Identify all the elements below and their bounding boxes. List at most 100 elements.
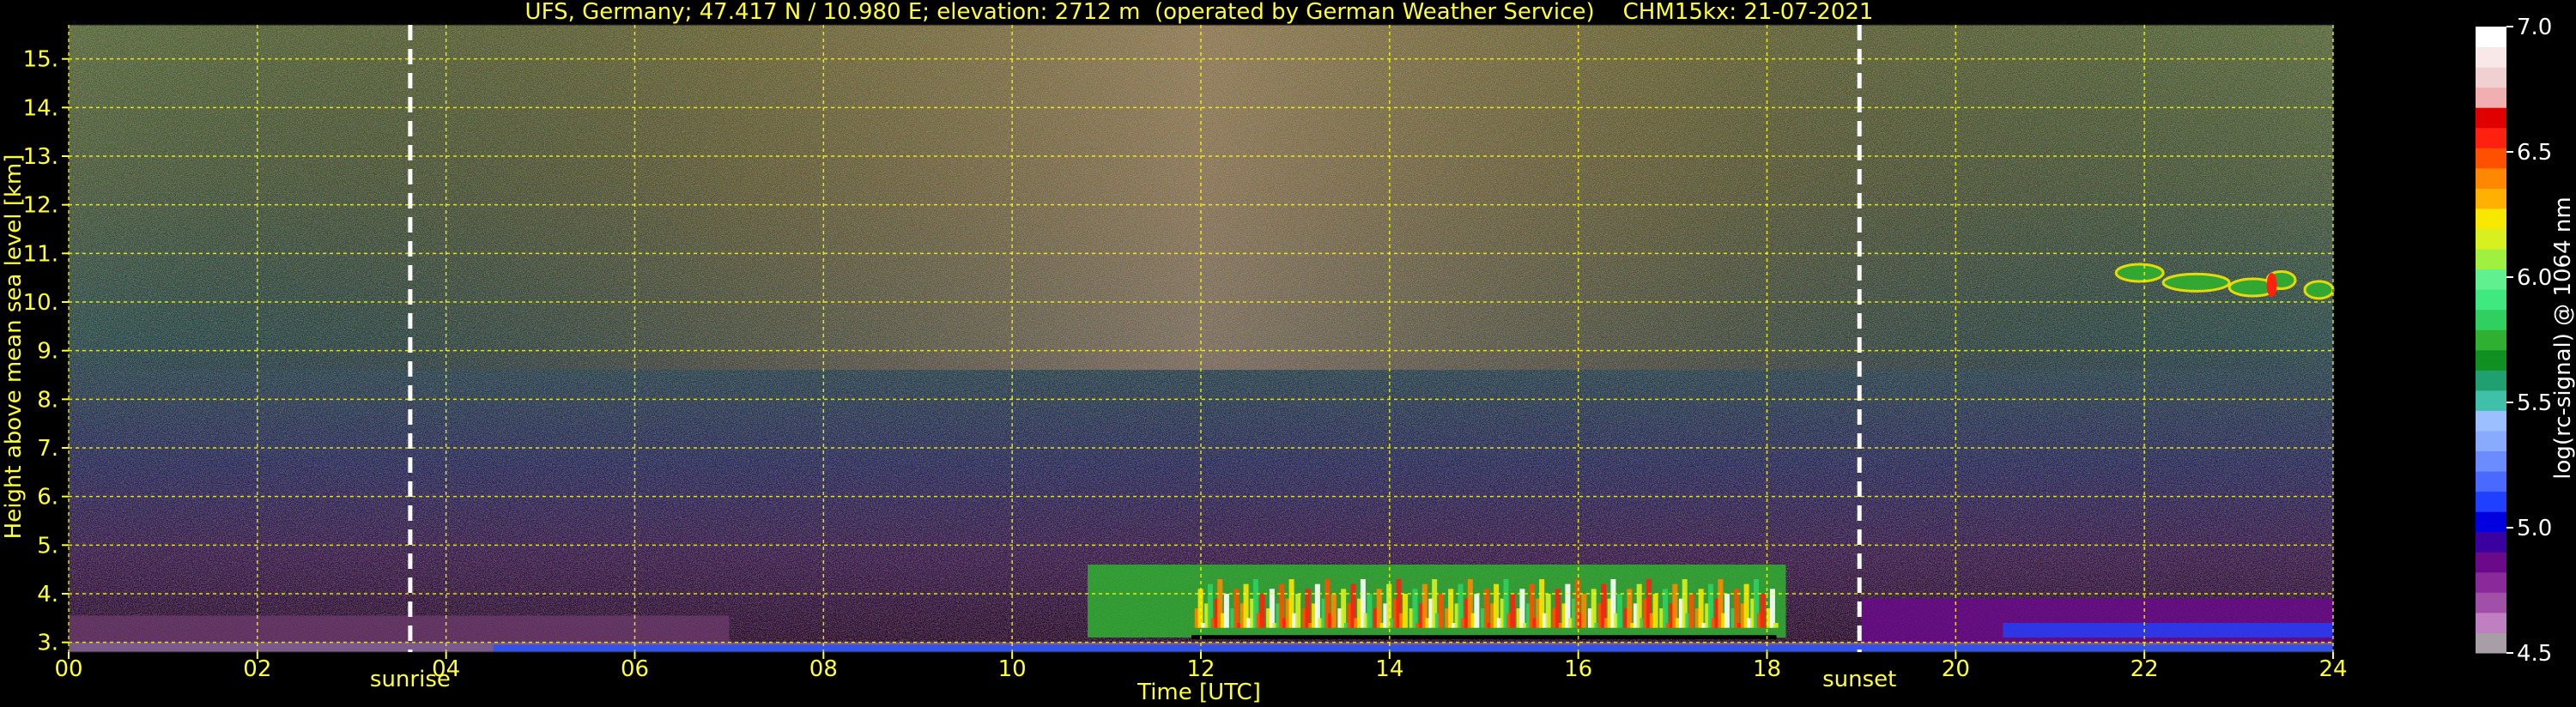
colorbar-tick-label: 6.5 <box>2517 140 2552 166</box>
colorbar-segment <box>2476 471 2506 492</box>
cirrus-cloud <box>2303 280 2335 300</box>
x-tick-label: 18 <box>1753 656 1781 682</box>
colorbar-segment <box>2476 67 2506 88</box>
x-tick-label: 20 <box>1942 656 1970 682</box>
cloud-column <box>1233 589 1240 628</box>
x-tick-label: 06 <box>621 656 649 682</box>
near-surface-signal <box>493 644 2333 652</box>
colorbar-segment <box>2476 107 2506 129</box>
cirrus-cloud <box>2161 272 2231 293</box>
y-axis: 3. 4. 5. 6. 7. 8. 9. 10. 11. 12. 13. 14. 15. <box>23 47 69 656</box>
colorbar-segment <box>2476 87 2506 108</box>
cloud-column <box>1483 589 1489 628</box>
cloud-column <box>1367 594 1373 628</box>
y-tick-label: 10. <box>23 290 58 316</box>
cloud-column <box>1724 594 1730 628</box>
cloud-column <box>1627 589 1633 628</box>
x-tick-label: 12 <box>1186 656 1215 682</box>
cloud-column <box>1510 594 1516 628</box>
x-tick-label: 22 <box>2131 656 2159 682</box>
cloud-column <box>1555 589 1561 628</box>
x-tick-label: 16 <box>1564 656 1592 682</box>
x-tick-label: 08 <box>809 656 838 682</box>
y-tick-label: 15. <box>23 47 58 73</box>
colorbar-segment <box>2476 46 2506 68</box>
colorbar-segment <box>2476 269 2506 290</box>
colorbar-segment <box>2476 430 2506 452</box>
colorbar-segment <box>2476 370 2506 391</box>
colorbar-segment <box>2476 289 2506 311</box>
colorbar-segment <box>2476 410 2506 432</box>
x-tick-label: 10 <box>998 656 1027 682</box>
colorbar-segment <box>2476 127 2506 148</box>
x-tick-label: 04 <box>432 656 460 682</box>
evening-aerosol-core <box>2003 623 2333 638</box>
cloud-column <box>1698 589 1704 628</box>
cloud-column <box>1438 594 1444 628</box>
cloud-column <box>1616 594 1622 628</box>
cloud-column <box>1376 589 1382 628</box>
colorbar: 4.5 5.0 5.5 6.0 6.5 7.0 <box>2476 15 2552 667</box>
ceilometer-chart: UFS, Germany; 47.417 N / 10.980 E; eleva… <box>1 0 2576 705</box>
chart-title: UFS, Germany; 47.417 N / 10.980 E; eleva… <box>525 0 1874 25</box>
colorbar-segment <box>2476 309 2506 330</box>
cloud-column <box>1412 589 1418 628</box>
cloud-column <box>1474 594 1480 628</box>
cloud-column <box>1662 589 1668 628</box>
colorbar-segment <box>2476 349 2506 371</box>
y-axis-label: Height above mean sea level [km] <box>1 154 27 540</box>
boundary-layer-night <box>69 615 730 643</box>
cloud-column <box>1330 594 1336 628</box>
y-tick-label: 11. <box>23 241 58 267</box>
cloud-column <box>1259 594 1265 628</box>
colorbar-tick-label: 4.5 <box>2517 641 2552 667</box>
cloud-column <box>1581 594 1587 628</box>
cloud-column <box>1773 623 1779 628</box>
colorbar-segment <box>2476 450 2506 472</box>
colorbar-segment <box>2476 167 2506 189</box>
cloud-column <box>1760 594 1766 628</box>
colorbar-segment <box>2476 491 2506 512</box>
colorbar-segment <box>2476 592 2506 613</box>
cirrus-cloud <box>2114 263 2165 283</box>
colorbar-segment <box>2476 208 2506 229</box>
colorbar-segment <box>2476 249 2506 270</box>
y-tick-label: 6. <box>37 485 58 511</box>
cloud-column <box>1591 589 1597 628</box>
cloud-base-line <box>1191 635 1777 640</box>
colorbar-segment <box>2476 390 2506 411</box>
cloud-column <box>1341 589 1347 628</box>
x-tick-label: 00 <box>54 656 82 682</box>
cloud-column <box>1269 589 1275 628</box>
y-tick-label: 14. <box>23 95 58 121</box>
y-tick-label: 5. <box>37 533 58 559</box>
x-tick-label: 24 <box>2318 656 2347 682</box>
x-tick-label: 02 <box>243 656 271 682</box>
colorbar-segment <box>2476 632 2506 654</box>
y-tick-label: 7. <box>37 436 58 462</box>
colorbar-tick-label: 5.5 <box>2517 390 2552 416</box>
cloud-column <box>1734 589 1740 628</box>
y-tick-label: 9. <box>37 339 58 365</box>
colorbar-segment <box>2476 188 2506 209</box>
cloud-column <box>1223 594 1229 628</box>
y-tick-label: 4. <box>37 582 58 607</box>
cloud-column <box>1305 589 1311 628</box>
cloud-column <box>1295 594 1301 628</box>
cloud-column <box>1769 589 1775 628</box>
colorbar-segment <box>2476 329 2506 351</box>
colorbar-segment <box>2476 612 2506 633</box>
colorbar-label: log(rc-signal) @ 1064 nm <box>2550 196 2576 479</box>
y-tick-label: 12. <box>23 193 58 219</box>
colorbar-segment <box>2476 552 2506 573</box>
colorbar-tick-label: 5.0 <box>2517 516 2552 541</box>
cloud-column <box>1688 594 1694 628</box>
cloud-column <box>1403 594 1409 628</box>
cloud-column <box>1448 589 1454 628</box>
colorbar-tick-label: 7.0 <box>2517 15 2552 40</box>
y-tick-label: 8. <box>37 387 58 413</box>
colorbar-segment <box>2476 228 2506 250</box>
colorbar-segment <box>2476 531 2506 553</box>
x-tick-label: 14 <box>1375 656 1403 682</box>
colorbar-segment <box>2476 571 2506 593</box>
